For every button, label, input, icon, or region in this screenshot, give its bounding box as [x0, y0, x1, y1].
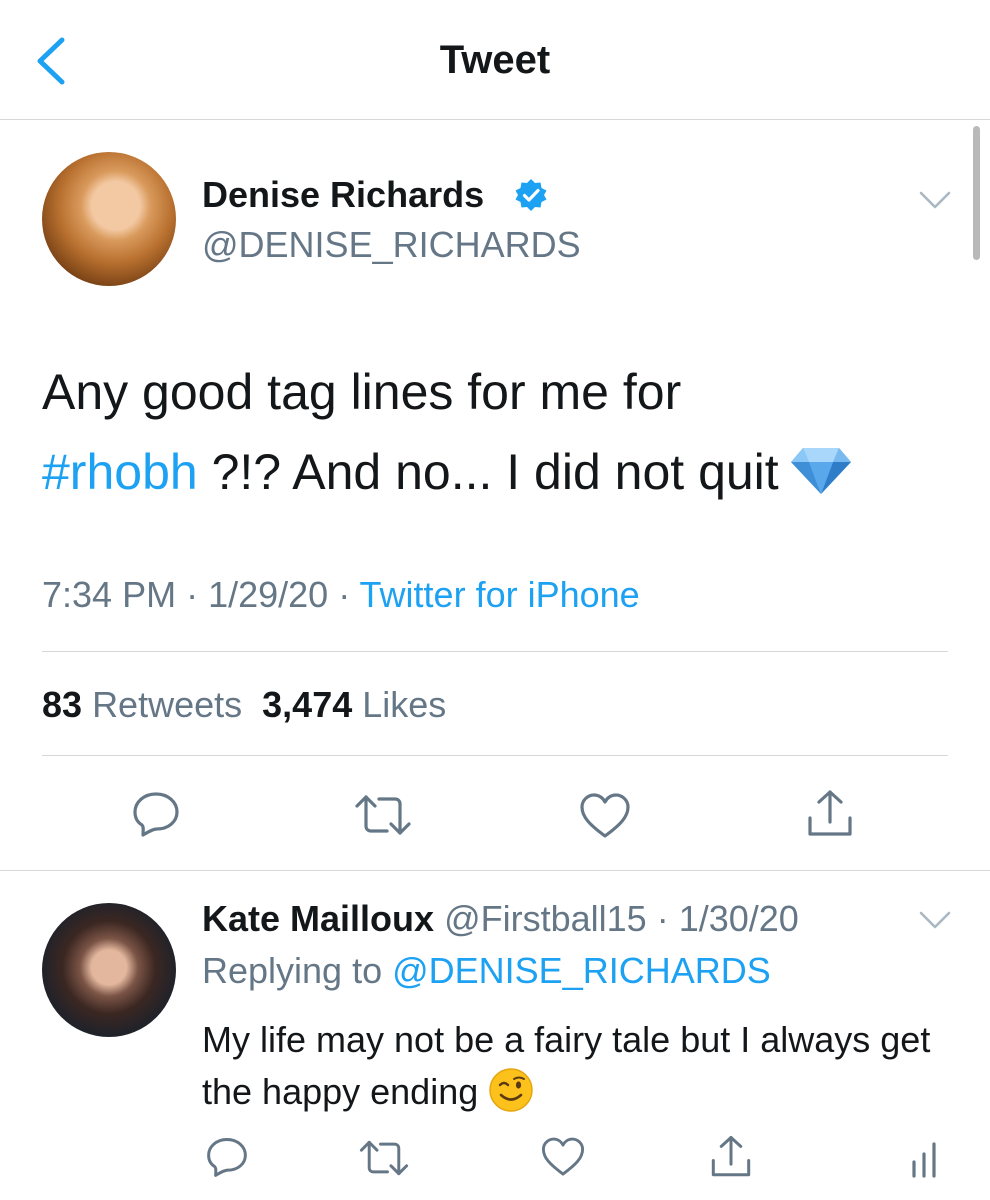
likes-count: 3,474 [262, 684, 353, 725]
replying-label: Replying to [202, 950, 393, 991]
author-name[interactable]: Denise Richards [202, 174, 484, 216]
reply-button[interactable] [204, 1136, 250, 1178]
likes-stat[interactable]: 3,474 Likes [262, 684, 446, 725]
divider [0, 870, 990, 871]
author-avatar[interactable] [42, 152, 176, 286]
meta-separator: · [176, 574, 209, 615]
author-handle[interactable]: @DENISE_RICHARDS [202, 224, 581, 266]
gem-stone-icon [790, 447, 851, 494]
like-button[interactable] [578, 792, 632, 840]
comment-icon [207, 1138, 247, 1177]
likes-label: Likes [362, 684, 447, 725]
chevron-down-icon[interactable] [918, 908, 952, 932]
retweet-icon [355, 795, 411, 835]
reply-author-name[interactable]: Kate Mailloux [202, 898, 434, 939]
verified-badge-icon [515, 179, 547, 211]
tweet-text-line: ?!? And no... I did not quit [197, 444, 779, 500]
winking-face-icon [489, 1068, 533, 1113]
tweet-time: 7:34 PM [42, 574, 177, 615]
retweet-icon [359, 1140, 409, 1176]
scrollbar[interactable] [973, 126, 980, 260]
tweet-meta: 7:34 PM · 1/29/20 · Twitter for iPhone [42, 574, 640, 616]
retweets-label: Retweets [92, 684, 243, 725]
nav-bar: Tweet [0, 0, 990, 120]
retweets-stat[interactable]: 83 Retweets [42, 684, 242, 725]
reply-text: My life may not be a fairy tale but I al… [202, 1014, 942, 1118]
tweet-text-line: Any good tag lines for me for [42, 364, 682, 420]
like-button[interactable] [540, 1136, 586, 1178]
comment-icon [133, 792, 179, 837]
reply-button[interactable] [130, 790, 182, 838]
meta-separator: · [328, 574, 360, 615]
mention-link[interactable]: @DENISE_RICHARDS [392, 950, 771, 991]
retweet-button[interactable] [358, 1138, 410, 1178]
reply-text-content: My life may not be a fairy tale but I al… [202, 1019, 931, 1112]
share-button[interactable] [708, 1134, 754, 1180]
heart-icon [580, 793, 630, 838]
page-title: Tweet [439, 38, 551, 82]
tweet-source-link[interactable]: Twitter for iPhone [360, 574, 640, 615]
share-button[interactable] [804, 788, 856, 840]
reply-date: 1/30/20 [678, 898, 799, 939]
meta-separator: · [646, 898, 679, 939]
reply-author-avatar[interactable] [42, 903, 176, 1037]
chevron-down-icon[interactable] [918, 188, 952, 212]
tweet-stats: 83 Retweets 3,474 Likes [42, 684, 446, 726]
analytics-icon [912, 1142, 936, 1178]
analytics-button[interactable] [908, 1140, 940, 1180]
retweet-button[interactable] [354, 792, 412, 838]
share-icon [711, 1136, 751, 1177]
divider [42, 651, 948, 652]
share-icon [808, 790, 852, 836]
heart-icon [541, 1137, 585, 1176]
tweet-text: Any good tag lines for me for #rhobh ?!?… [42, 352, 952, 512]
replying-to: Replying to @DENISE_RICHARDS [202, 950, 771, 992]
reply-header: Kate Mailloux @Firstball15 · 1/30/20 [202, 898, 799, 940]
reply-author-handle[interactable]: @Firstball15 [444, 898, 647, 939]
hashtag-link[interactable]: #rhobh [42, 444, 198, 500]
divider [42, 755, 948, 756]
retweets-count: 83 [42, 684, 83, 725]
tweet-date: 1/29/20 [208, 574, 329, 615]
